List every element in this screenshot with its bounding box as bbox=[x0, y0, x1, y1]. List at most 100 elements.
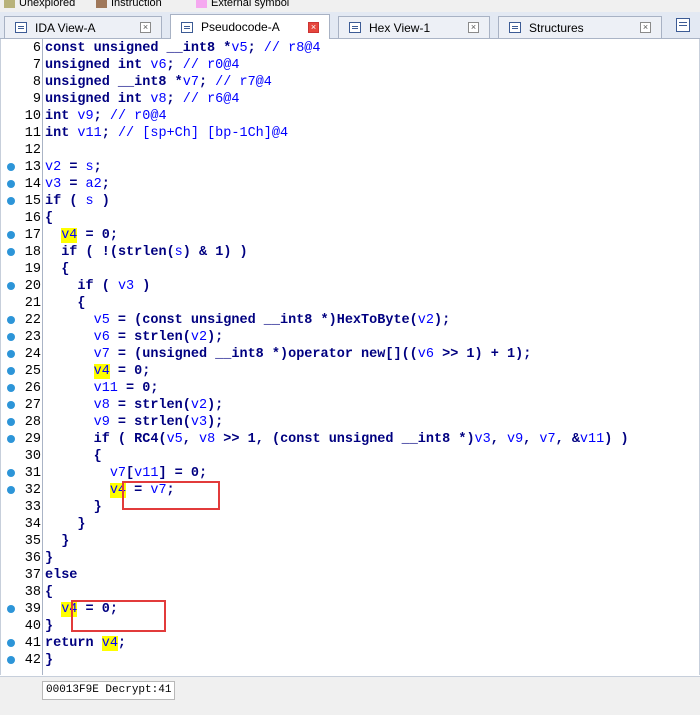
breakpoint-dot-icon[interactable] bbox=[7, 350, 15, 358]
code-text[interactable]: v11 = 0; bbox=[45, 380, 159, 397]
code-text[interactable]: v7 = (unsigned __int8 *)operator new[]((… bbox=[45, 346, 532, 363]
breakpoint-dot-icon[interactable] bbox=[7, 656, 15, 664]
code-text[interactable]: } bbox=[45, 516, 85, 533]
code-line-13[interactable]: 13 v2 = s; bbox=[1, 159, 699, 176]
code-text[interactable]: int v11; // [sp+Ch] [bp-1Ch]@4 bbox=[45, 125, 288, 142]
code-line-35[interactable]: 35 } bbox=[1, 533, 699, 550]
code-text[interactable]: } bbox=[45, 652, 53, 669]
code-text[interactable]: else bbox=[45, 567, 77, 584]
tab-structures[interactable]: Structures × bbox=[498, 16, 662, 38]
breakpoint-dot-icon[interactable] bbox=[7, 486, 15, 494]
code-line-38[interactable]: 38 { bbox=[1, 584, 699, 601]
breakpoint-dot-icon[interactable] bbox=[7, 401, 15, 409]
breakpoint-dot-icon[interactable] bbox=[7, 435, 15, 443]
code-text[interactable]: } bbox=[45, 533, 69, 550]
code-text[interactable]: if ( v3 ) bbox=[45, 278, 150, 295]
code-text[interactable]: v6 = strlen(v2); bbox=[45, 329, 224, 346]
code-line-20[interactable]: 20 if ( v3 ) bbox=[1, 278, 699, 295]
code-line-37[interactable]: 37 else bbox=[1, 567, 699, 584]
code-text[interactable]: int v9; // r0@4 bbox=[45, 108, 167, 125]
window-list-icon[interactable] bbox=[676, 18, 690, 32]
code-line-27[interactable]: 27 v8 = strlen(v2); bbox=[1, 397, 699, 414]
code-line-22[interactable]: 22 v5 = (const unsigned __int8 *)HexToBy… bbox=[1, 312, 699, 329]
code-text[interactable]: unsigned int v6; // r0@4 bbox=[45, 57, 239, 74]
code-text[interactable]: { bbox=[45, 448, 102, 465]
code-line-30[interactable]: 30 { bbox=[1, 448, 699, 465]
code-line-23[interactable]: 23 v6 = strlen(v2); bbox=[1, 329, 699, 346]
close-icon[interactable]: × bbox=[640, 22, 651, 33]
code-text[interactable]: v9 = strlen(v3); bbox=[45, 414, 224, 431]
code-text[interactable]: if ( s ) bbox=[45, 193, 110, 210]
code-line-31[interactable]: 31 v7[v11] = 0; bbox=[1, 465, 699, 482]
close-icon[interactable]: × bbox=[308, 21, 319, 33]
code-line-36[interactable]: 36} bbox=[1, 550, 699, 567]
pseudocode-editor[interactable]: 6 const unsigned __int8 *v5; // r8@4 7 unsi… bbox=[0, 39, 700, 675]
breakpoint-dot-icon[interactable] bbox=[7, 180, 15, 188]
code-line-28[interactable]: 28 v9 = strlen(v3); bbox=[1, 414, 699, 431]
breakpoint-dot-icon[interactable] bbox=[7, 367, 15, 375]
code-text[interactable]: v8 = strlen(v2); bbox=[45, 397, 224, 414]
breakpoint-dot-icon[interactable] bbox=[7, 316, 15, 324]
code-text[interactable]: v5 = (const unsigned __int8 *)HexToByte(… bbox=[45, 312, 451, 329]
code-text[interactable]: { bbox=[45, 261, 69, 278]
code-text[interactable]: { bbox=[45, 210, 53, 227]
tab-ida-view-a[interactable]: IDA View-A × bbox=[4, 16, 162, 38]
code-line-15[interactable]: 15 if ( s ) bbox=[1, 193, 699, 210]
breakpoint-dot-icon[interactable] bbox=[7, 384, 15, 392]
code-line-18[interactable]: 18 if ( !(strlen(s) & 1) ) bbox=[1, 244, 699, 261]
code-line-14[interactable]: 14 v3 = a2; bbox=[1, 176, 699, 193]
breakpoint-dot-icon[interactable] bbox=[7, 469, 15, 477]
code-text[interactable]: { bbox=[45, 295, 85, 312]
code-text[interactable]: unsigned int v8; // r6@4 bbox=[45, 91, 239, 108]
code-line-16[interactable]: 16 { bbox=[1, 210, 699, 227]
breakpoint-dot-icon[interactable] bbox=[7, 333, 15, 341]
code-text[interactable]: v4 = 0; bbox=[45, 227, 118, 244]
code-text[interactable]: { bbox=[45, 584, 53, 601]
code-line-42[interactable]: 42} bbox=[1, 652, 699, 669]
code-text[interactable]: } bbox=[45, 550, 53, 567]
code-text[interactable]: v3 = a2; bbox=[45, 176, 110, 193]
code-line-21[interactable]: 21 { bbox=[1, 295, 699, 312]
code-text[interactable]: } bbox=[45, 618, 53, 635]
code-line-29[interactable]: 29 if ( RC4(v5, v8 >> 1, (const unsigned… bbox=[1, 431, 699, 448]
code-line-9[interactable]: 9 unsigned int v8; // r6@4 bbox=[1, 91, 699, 108]
code-line-19[interactable]: 19 { bbox=[1, 261, 699, 278]
breakpoint-dot-icon[interactable] bbox=[7, 163, 15, 171]
code-line-41[interactable]: 41 return v4; bbox=[1, 635, 699, 652]
code-text[interactable]: v7[v11] = 0; bbox=[45, 465, 207, 482]
code-line-8[interactable]: 8 unsigned __int8 *v7; // r7@4 bbox=[1, 74, 699, 91]
code-text[interactable]: v2 = s; bbox=[45, 159, 102, 176]
annotation-box-line-39 bbox=[71, 600, 166, 632]
line-number: 20 bbox=[24, 279, 41, 294]
code-text[interactable]: v4 = 0; bbox=[45, 363, 150, 380]
breakpoint-dot-icon[interactable] bbox=[7, 282, 15, 290]
code-line-17[interactable]: 17 v4 = 0; bbox=[1, 227, 699, 244]
code-line-26[interactable]: 26 v11 = 0; bbox=[1, 380, 699, 397]
breakpoint-dot-icon[interactable] bbox=[7, 231, 15, 239]
breakpoint-dot-icon[interactable] bbox=[7, 639, 15, 647]
code-text[interactable]: const unsigned __int8 *v5; // r8@4 bbox=[45, 40, 321, 57]
breakpoint-dot-icon[interactable] bbox=[7, 605, 15, 613]
close-icon[interactable]: × bbox=[468, 22, 479, 33]
code-line-25[interactable]: 25 v4 = 0; bbox=[1, 363, 699, 380]
code-line-11[interactable]: 11 int v11; // [sp+Ch] [bp-1Ch]@4 bbox=[1, 125, 699, 142]
code-line-32[interactable]: 32 v4 = v7; bbox=[1, 482, 699, 499]
code-line-10[interactable]: 10 int v9; // r0@4 bbox=[1, 108, 699, 125]
breakpoint-dot-icon[interactable] bbox=[7, 197, 15, 205]
code-line-34[interactable]: 34 } bbox=[1, 516, 699, 533]
code-line-7[interactable]: 7 unsigned int v6; // r0@4 bbox=[1, 57, 699, 74]
code-text[interactable]: if ( !(strlen(s) & 1) ) bbox=[45, 244, 247, 261]
close-icon[interactable]: × bbox=[140, 22, 151, 33]
breakpoint-dot-icon[interactable] bbox=[7, 248, 15, 256]
code-line-6[interactable]: 6 const unsigned __int8 *v5; // r8@4 bbox=[1, 40, 699, 57]
code-line-12[interactable]: 12 bbox=[1, 142, 699, 159]
code-text[interactable]: unsigned __int8 *v7; // r7@4 bbox=[45, 74, 272, 91]
tab-hex-view-1[interactable]: Hex View-1 × bbox=[338, 16, 490, 38]
code-line-33[interactable]: 33 } bbox=[1, 499, 699, 516]
code-text[interactable]: return v4; bbox=[45, 635, 126, 652]
code-text[interactable]: if ( RC4(v5, v8 >> 1, (const unsigned __… bbox=[45, 431, 629, 448]
code-text[interactable]: } bbox=[45, 499, 102, 516]
breakpoint-dot-icon[interactable] bbox=[7, 418, 15, 426]
code-line-24[interactable]: 24 v7 = (unsigned __int8 *)operator new[… bbox=[1, 346, 699, 363]
tab-pseudocode-a[interactable]: Pseudocode-A × bbox=[170, 14, 330, 39]
